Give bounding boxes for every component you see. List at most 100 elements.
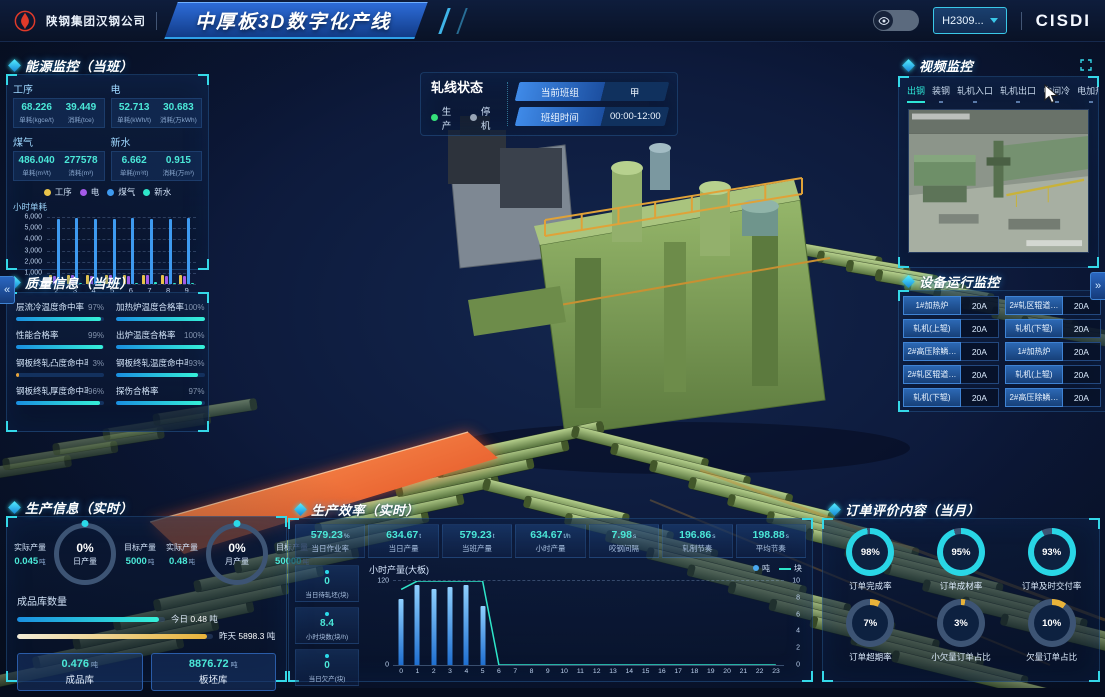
donut-ring: 95% [937,528,985,576]
quality-label: 加热炉温度合格率 [116,301,184,313]
energy-group-name: 新水 [111,134,203,149]
stat-label: 当日产量 [370,543,436,554]
quality-label: 钢板终轧温度命中率 [116,357,188,369]
camera-tab-2[interactable]: 装钢 [932,84,950,103]
energy-group-name: 工序 [13,81,105,96]
device-chip: 2#高压除鳞…20A [1005,388,1101,407]
bar [154,282,157,284]
quality-label: 层流冷温度命中率 [16,301,84,313]
device-chip: 轧机(上辊)20A [1005,365,1101,384]
quality-item: 钢板终轧温度命中率93% [116,357,204,377]
efficiency-stat-card: 7.98s咬钢间隔 [589,524,659,558]
camera-tab-5[interactable]: 中间冷 [1043,84,1070,103]
status-legend-item: 生产 [431,104,460,132]
x-tick: 20 [719,668,735,679]
x-tick: 14 [621,668,637,679]
fullscreen-icon[interactable] [1080,58,1092,76]
energy-metric-value: 0.915 [158,155,199,166]
camera-tabs: 出钢装钢轧机入口轧机出口中间冷电加热 [899,77,1098,103]
device-chip: 2#轧区辊道…20A [1005,296,1101,315]
divider [156,12,157,30]
stock-bar-fill [17,617,159,622]
stat-unit: t [493,533,495,540]
donut-ring: 7% [846,599,894,647]
donut-ring: 10% [1028,599,1076,647]
chevron-down-icon [990,18,998,23]
device-name: 2#轧区辊道… [903,365,961,384]
quality-value: 97% [88,303,104,312]
bar [191,283,194,284]
status-dot [470,114,477,121]
camera-tab-6[interactable]: 电加热 [1077,84,1098,103]
actual-unit: 吨 [189,559,196,566]
visibility-toggle[interactable] [873,10,919,31]
actual-value: 0.48 [169,556,188,567]
efficiency-stats: 579.23%当日作业率634.67t当日产量579.23t当班产量634.67… [289,519,812,558]
bar [142,275,145,284]
efficiency-mini-card: 8.4小时块数(块/h) [295,607,359,644]
donut-ring: 93% [1028,528,1076,576]
collapse-left-button[interactable]: « [0,276,15,304]
progress-fill [16,373,19,377]
legend-label: 工序 [55,186,72,198]
energy-metric-value: 6.662 [114,155,155,166]
y-tick: 2,000 [24,258,42,265]
warehouse-label: 成品库 [65,672,94,686]
energy-group: 煤气486.040单耗(m³/t)277578消耗(m³) [13,134,105,181]
bar [169,219,172,284]
energy-panel: 工序68.226单耗(kgce/t)39.449消耗(tce)电52.713单耗… [6,74,209,270]
production-panel-title: 生产信息（实时） [10,498,133,517]
expand-right-button[interactable]: » [1090,272,1105,300]
y-tick: 5,000 [24,225,42,232]
order-donut: 98%订单完成率 [825,528,916,592]
device-chip: 轧机(上辊)20A [903,319,999,338]
camera-feed[interactable] [908,109,1089,253]
diamond-icon [294,503,307,516]
quality-panel: 层流冷温度命中率97%加热炉温度合格率100%性能合格率99%出炉温度合格率10… [6,292,209,432]
camera-tab-1[interactable]: 出钢 [907,84,925,103]
legend-dot [143,189,150,196]
hourly-output-chart: 小时产量(大板) 吨 块 12001086420 012345678910111… [367,563,804,679]
actual-value: 0.045 [14,556,38,567]
progress-fill [16,345,103,349]
warehouse-cards: 0.476吨成品库8876.72吨板坯库 [7,647,286,697]
mini-value: 8.4 [297,618,357,629]
shift-info-bar: 当前班组甲 [515,82,670,101]
energy-metric-value: 277578 [60,155,101,166]
heat-number-dropdown[interactable]: H2309... [933,7,1007,34]
quality-item: 加热炉温度合格率100% [116,301,204,321]
quality-value: 3% [92,359,104,368]
efficiency-mini-card: 0当日待轧坯(块) [295,565,359,602]
device-current: 20A [961,342,999,361]
shift-info-value: 甲 [630,85,640,99]
donut-value: 10% [1034,605,1070,641]
status-label: 生产 [442,104,460,132]
line-series [401,581,776,665]
legend-dot [80,189,87,196]
shift-info-value: 00:00-12:00 [610,111,661,122]
quality-item: 钢板终轧凸度命中率3% [16,357,104,377]
efficiency-title-text: 生产效率（实时） [311,500,419,519]
stat-value: 579.23 [460,529,492,541]
camera-tab-4[interactable]: 轧机出口 [1000,84,1036,103]
warehouse-unit: 吨 [91,662,98,669]
legend-label: 煤气 [118,186,135,198]
x-tick: 9 [540,668,556,679]
energy-metric-unit: 消耗(tce) [60,114,101,124]
legend-label: 吨 [762,564,770,573]
donut-value: 98% [852,534,888,570]
progress-fill [16,401,100,405]
camera-tab-3[interactable]: 轧机入口 [957,84,993,103]
donut-value: 95% [943,534,979,570]
legend-item: 煤气 [107,186,135,198]
page-title-block: 中厚板3D数字化产线 [171,2,421,39]
energy-metric-value: 39.449 [60,102,101,113]
progress-fill [116,401,202,405]
device-name: 1#加热炉 [903,296,961,315]
decor-slash [457,8,468,34]
device-row: 轧机(下辊)20A2#高压除鳞…20A [903,388,1101,407]
bar-group [142,217,157,284]
progress-fill [116,345,204,349]
gauge-name: 月产量 [225,556,249,567]
mini-label: 当日欠产(块) [297,673,357,683]
